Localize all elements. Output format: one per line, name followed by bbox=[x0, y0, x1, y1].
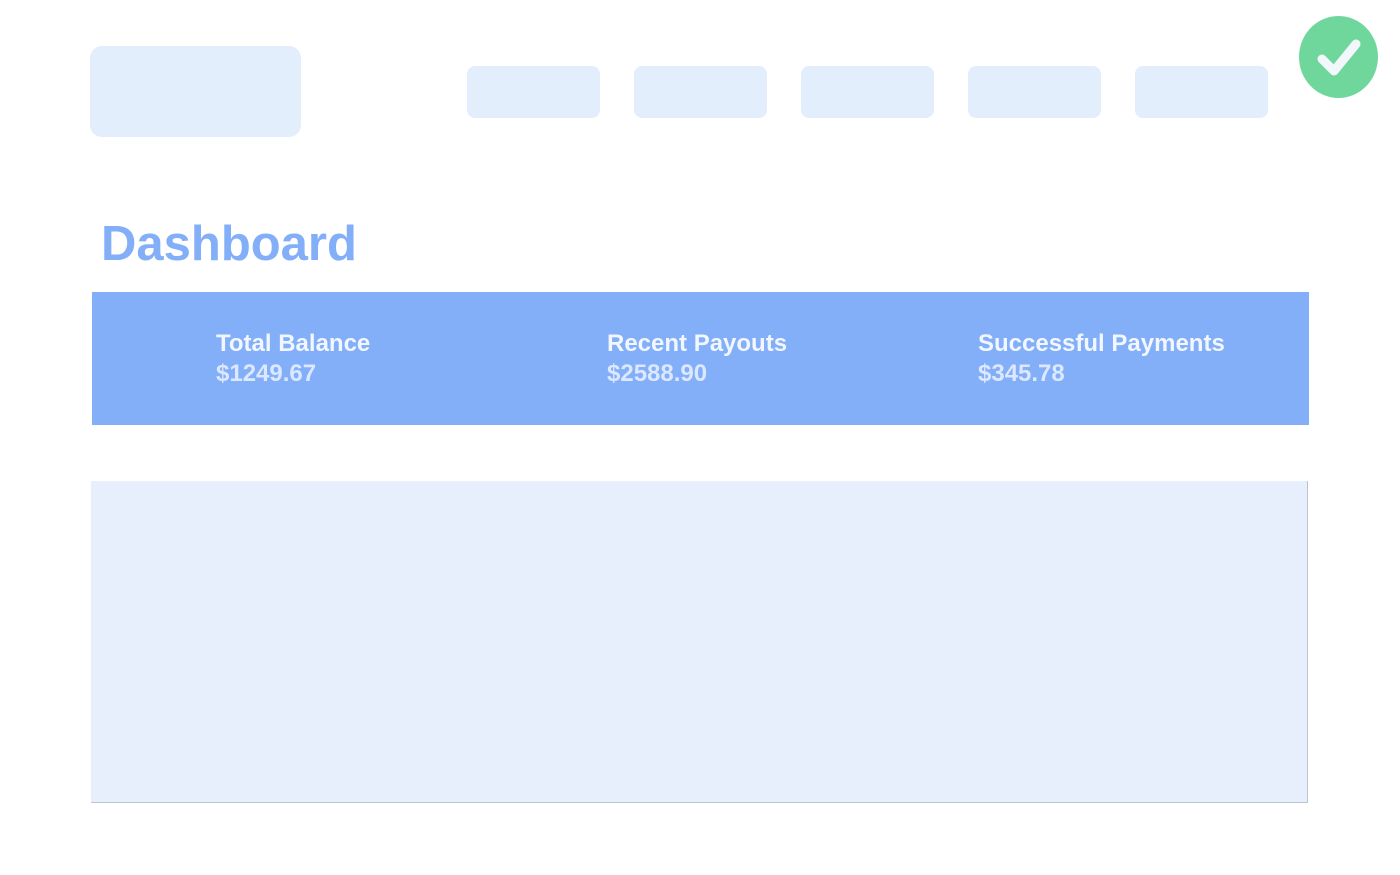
check-icon bbox=[1317, 39, 1360, 76]
stat-label: Successful Payments bbox=[978, 330, 1225, 357]
nav-item-3[interactable] bbox=[801, 66, 934, 118]
success-badge bbox=[1299, 16, 1378, 98]
top-nav bbox=[467, 66, 1268, 118]
stat-value: $2588.90 bbox=[607, 360, 708, 387]
stats-banner: Total Balance $1249.67 Recent Payouts $2… bbox=[92, 292, 1309, 425]
dashboard-page: Dashboard Total Balance $1249.67 Recent … bbox=[0, 0, 1400, 875]
logo-placeholder[interactable] bbox=[90, 46, 301, 137]
page-title: Dashboard bbox=[101, 217, 357, 271]
content-panel bbox=[91, 481, 1308, 803]
stat-recent-payouts: Recent Payouts $2588.90 bbox=[607, 329, 787, 389]
nav-item-1[interactable] bbox=[467, 66, 600, 118]
nav-item-2[interactable] bbox=[634, 66, 767, 118]
stat-value: $1249.67 bbox=[216, 360, 317, 387]
stat-successful-payments: Successful Payments $345.78 bbox=[978, 329, 1225, 389]
stat-value: $345.78 bbox=[978, 360, 1065, 387]
stat-label: Recent Payouts bbox=[607, 330, 788, 357]
nav-item-4[interactable] bbox=[968, 66, 1101, 118]
nav-item-5[interactable] bbox=[1135, 66, 1268, 118]
stat-label: Total Balance bbox=[216, 330, 371, 357]
stat-total-balance: Total Balance $1249.67 bbox=[216, 329, 370, 389]
